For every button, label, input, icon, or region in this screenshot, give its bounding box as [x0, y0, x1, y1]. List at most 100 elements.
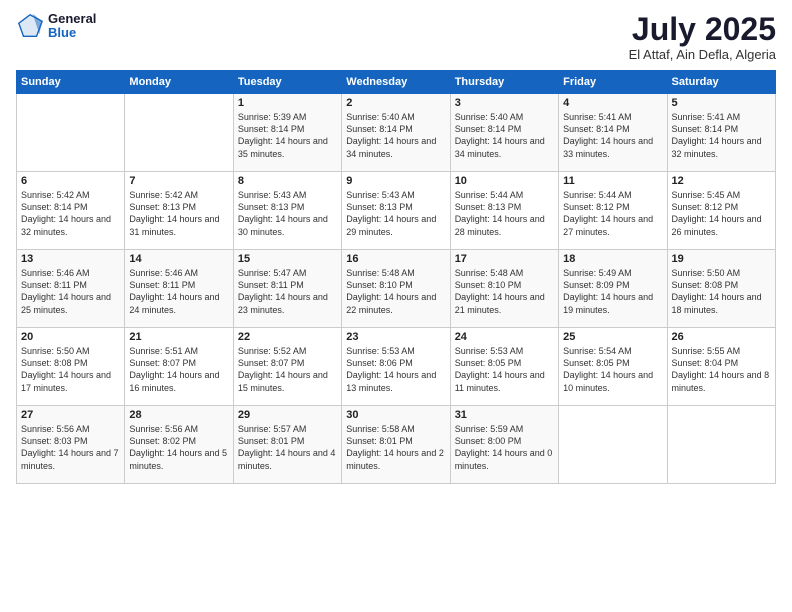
cell-content: Sunrise: 5:46 AM Sunset: 8:11 PM Dayligh…: [21, 267, 120, 316]
logo-icon: [16, 12, 44, 40]
week-row-1: 1 Sunrise: 5:39 AM Sunset: 8:14 PM Daylig…: [17, 94, 776, 172]
calendar-cell: 6Sunrise: 5:42 AM Sunset: 8:14 PM Daylig…: [17, 172, 125, 250]
cell-content: Sunrise: 5:59 AM Sunset: 8:00 PM Dayligh…: [455, 423, 554, 472]
calendar-cell: 23 Sunrise: 5:53 AM Sunset: 8:06 PM Dayli…: [342, 328, 450, 406]
weekday-header-tuesday: Tuesday: [233, 71, 341, 94]
calendar-table: SundayMondayTuesdayWednesdayThursdayFrid…: [16, 70, 776, 484]
cell-content: Sunrise: 5:57 AM Sunset: 8:01 PM Dayligh…: [238, 423, 337, 472]
day-number: 22: [238, 331, 337, 343]
cell-content: Sunrise: 5:49 AM Sunset: 8:09 PM Dayligh…: [563, 267, 662, 316]
calendar-cell: 4Sunrise: 5:41 AM Sunset: 8:14 PM Daylig…: [559, 94, 667, 172]
location: El Attaf, Ain Defla, Algeria: [629, 47, 776, 62]
calendar-cell: 14 Sunrise: 5:46 AM Sunset: 8:11 PM Dayli…: [125, 250, 233, 328]
cell-content: Sunrise: 5:48 AM Sunset: 8:10 PM Dayligh…: [346, 267, 445, 316]
cell-content: Sunrise: 5:40 AM Sunset: 8:14 PM Dayligh…: [346, 111, 445, 160]
cell-content: Sunrise: 5:39 AM Sunset: 8:14 PM Dayligh…: [238, 111, 337, 160]
day-number: 12: [672, 175, 771, 187]
calendar-cell: 10 Sunrise: 5:44 AM Sunset: 8:13 PM Dayli…: [450, 172, 558, 250]
day-number: 31: [455, 409, 554, 421]
day-number: 23: [346, 331, 445, 343]
weekday-header-wednesday: Wednesday: [342, 71, 450, 94]
week-row-4: 20 Sunrise: 5:50 AM Sunset: 8:08 PM Dayli…: [17, 328, 776, 406]
day-number: 10: [455, 175, 554, 187]
cell-content: Sunrise: 5:58 AM Sunset: 8:01 PM Dayligh…: [346, 423, 445, 472]
weekday-header-monday: Monday: [125, 71, 233, 94]
day-number: 5: [672, 97, 771, 109]
cell-content: Sunrise: 5:56 AM Sunset: 8:03 PM Dayligh…: [21, 423, 120, 472]
calendar-cell: 19Sunrise: 5:50 AM Sunset: 8:08 PM Dayli…: [667, 250, 775, 328]
day-number: 7: [129, 175, 228, 187]
calendar-cell: 31 Sunrise: 5:59 AM Sunset: 8:00 PM Dayli…: [450, 406, 558, 484]
cell-content: Sunrise: 5:53 AM Sunset: 8:06 PM Dayligh…: [346, 345, 445, 394]
calendar-cell: 21 Sunrise: 5:51 AM Sunset: 8:07 PM Dayli…: [125, 328, 233, 406]
cell-content: Sunrise: 5:50 AM Sunset: 8:08 PM Dayligh…: [672, 267, 771, 316]
calendar-cell: 25 Sunrise: 5:54 AM Sunset: 8:05 PM Dayli…: [559, 328, 667, 406]
day-number: 28: [129, 409, 228, 421]
day-number: 30: [346, 409, 445, 421]
calendar-cell: 24Sunrise: 5:53 AM Sunset: 8:05 PM Dayli…: [450, 328, 558, 406]
day-number: 26: [672, 331, 771, 343]
cell-content: Sunrise: 5:43 AM Sunset: 8:13 PM Dayligh…: [238, 189, 337, 238]
calendar-cell: 17 Sunrise: 5:48 AM Sunset: 8:10 PM Dayli…: [450, 250, 558, 328]
calendar-cell: [667, 406, 775, 484]
calendar-cell: 18 Sunrise: 5:49 AM Sunset: 8:09 PM Dayli…: [559, 250, 667, 328]
cell-content: Sunrise: 5:53 AM Sunset: 8:05 PM Dayligh…: [455, 345, 554, 394]
weekday-header-friday: Friday: [559, 71, 667, 94]
calendar-cell: 5 Sunrise: 5:41 AM Sunset: 8:14 PM Daylig…: [667, 94, 775, 172]
calendar-cell: 12 Sunrise: 5:45 AM Sunset: 8:12 PM Dayli…: [667, 172, 775, 250]
cell-content: Sunrise: 5:43 AM Sunset: 8:13 PM Dayligh…: [346, 189, 445, 238]
calendar-cell: 3Sunrise: 5:40 AM Sunset: 8:14 PM Daylig…: [450, 94, 558, 172]
cell-content: Sunrise: 5:46 AM Sunset: 8:11 PM Dayligh…: [129, 267, 228, 316]
calendar-cell: [559, 406, 667, 484]
cell-content: Sunrise: 5:41 AM Sunset: 8:14 PM Dayligh…: [672, 111, 771, 160]
day-number: 14: [129, 253, 228, 265]
calendar-cell: 30 Sunrise: 5:58 AM Sunset: 8:01 PM Dayli…: [342, 406, 450, 484]
logo: General Blue: [16, 12, 96, 41]
calendar-cell: 16 Sunrise: 5:48 AM Sunset: 8:10 PM Dayli…: [342, 250, 450, 328]
day-number: 2: [346, 97, 445, 109]
calendar-cell: 26Sunrise: 5:55 AM Sunset: 8:04 PM Dayli…: [667, 328, 775, 406]
cell-content: Sunrise: 5:48 AM Sunset: 8:10 PM Dayligh…: [455, 267, 554, 316]
calendar-cell: 13Sunrise: 5:46 AM Sunset: 8:11 PM Dayli…: [17, 250, 125, 328]
cell-content: Sunrise: 5:50 AM Sunset: 8:08 PM Dayligh…: [21, 345, 120, 394]
calendar-cell: 15 Sunrise: 5:47 AM Sunset: 8:11 PM Dayli…: [233, 250, 341, 328]
weekday-header-sunday: Sunday: [17, 71, 125, 94]
day-number: 1: [238, 97, 337, 109]
day-number: 27: [21, 409, 120, 421]
calendar-cell: 9Sunrise: 5:43 AM Sunset: 8:13 PM Daylig…: [342, 172, 450, 250]
calendar-cell: [125, 94, 233, 172]
cell-content: Sunrise: 5:51 AM Sunset: 8:07 PM Dayligh…: [129, 345, 228, 394]
day-number: 4: [563, 97, 662, 109]
day-number: 11: [563, 175, 662, 187]
page: General Blue July 2025 El Attaf, Ain Def…: [0, 0, 792, 612]
cell-content: Sunrise: 5:44 AM Sunset: 8:13 PM Dayligh…: [455, 189, 554, 238]
calendar-cell: [17, 94, 125, 172]
title-block: July 2025 El Attaf, Ain Defla, Algeria: [629, 12, 776, 62]
cell-content: Sunrise: 5:52 AM Sunset: 8:07 PM Dayligh…: [238, 345, 337, 394]
day-number: 15: [238, 253, 337, 265]
day-number: 16: [346, 253, 445, 265]
cell-content: Sunrise: 5:40 AM Sunset: 8:14 PM Dayligh…: [455, 111, 554, 160]
header: General Blue July 2025 El Attaf, Ain Def…: [16, 12, 776, 62]
calendar-cell: 7Sunrise: 5:42 AM Sunset: 8:13 PM Daylig…: [125, 172, 233, 250]
cell-content: Sunrise: 5:54 AM Sunset: 8:05 PM Dayligh…: [563, 345, 662, 394]
calendar-cell: 8 Sunrise: 5:43 AM Sunset: 8:13 PM Daylig…: [233, 172, 341, 250]
week-row-3: 13Sunrise: 5:46 AM Sunset: 8:11 PM Dayli…: [17, 250, 776, 328]
calendar-cell: 20 Sunrise: 5:50 AM Sunset: 8:08 PM Dayli…: [17, 328, 125, 406]
calendar-cell: 27 Sunrise: 5:56 AM Sunset: 8:03 PM Dayli…: [17, 406, 125, 484]
month-title: July 2025: [629, 12, 776, 47]
week-row-5: 27 Sunrise: 5:56 AM Sunset: 8:03 PM Dayli…: [17, 406, 776, 484]
day-number: 6: [21, 175, 120, 187]
cell-content: Sunrise: 5:45 AM Sunset: 8:12 PM Dayligh…: [672, 189, 771, 238]
week-row-2: 6Sunrise: 5:42 AM Sunset: 8:14 PM Daylig…: [17, 172, 776, 250]
cell-content: Sunrise: 5:47 AM Sunset: 8:11 PM Dayligh…: [238, 267, 337, 316]
cell-content: Sunrise: 5:56 AM Sunset: 8:02 PM Dayligh…: [129, 423, 228, 472]
day-number: 20: [21, 331, 120, 343]
day-number: 29: [238, 409, 337, 421]
day-number: 18: [563, 253, 662, 265]
day-number: 17: [455, 253, 554, 265]
day-number: 21: [129, 331, 228, 343]
day-number: 8: [238, 175, 337, 187]
calendar-cell: 22 Sunrise: 5:52 AM Sunset: 8:07 PM Dayli…: [233, 328, 341, 406]
day-number: 25: [563, 331, 662, 343]
